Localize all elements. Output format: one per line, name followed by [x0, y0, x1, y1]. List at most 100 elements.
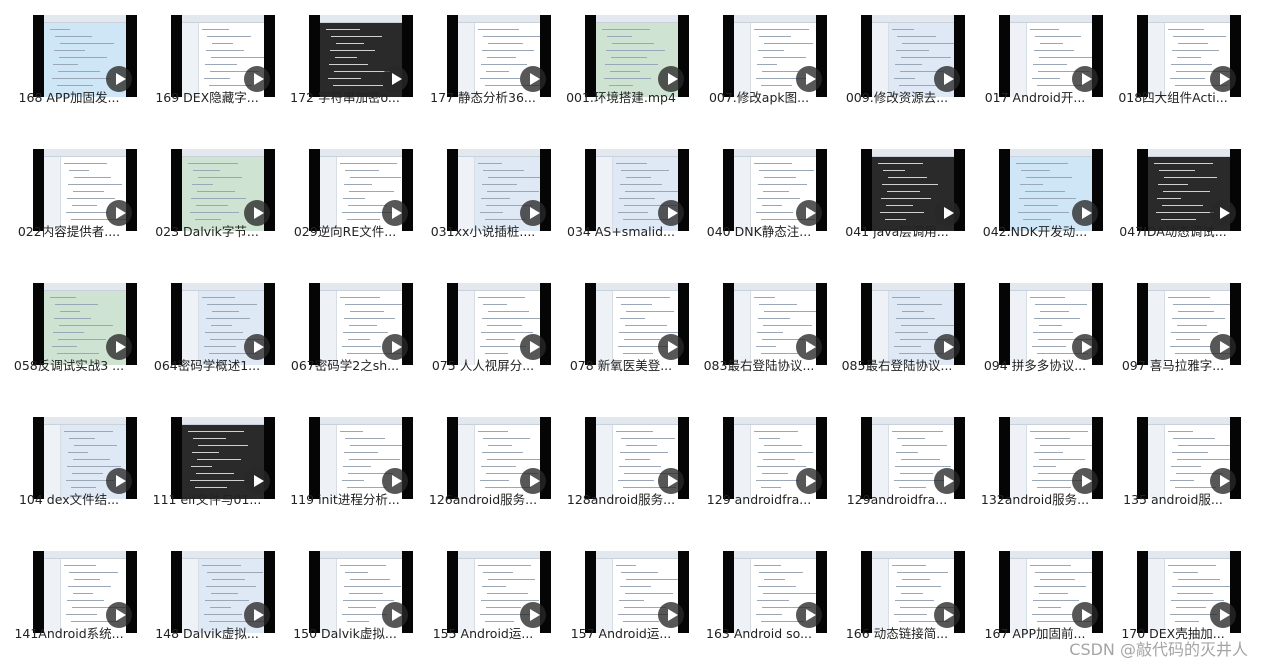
thumbnail-text-line	[1177, 593, 1213, 594]
thumbnail-text-line	[1035, 438, 1070, 439]
play-icon	[520, 200, 546, 226]
thumbnail-titlebar	[872, 15, 954, 23]
video-file-item[interactable]: 007.修改apk图...	[690, 0, 828, 120]
thumbnail-text-line	[481, 466, 516, 467]
play-icon	[796, 602, 822, 628]
thumbnail-text-line	[620, 586, 651, 587]
video-file-item[interactable]: 047IDA动态调试...	[1104, 134, 1242, 254]
video-file-item[interactable]: 126android服务...	[414, 402, 552, 522]
thumbnail-text-line	[193, 438, 226, 439]
video-file-item[interactable]: 018四大组件Acti...	[1104, 0, 1242, 120]
thumbnail-text-line	[1032, 78, 1060, 79]
video-file-item[interactable]: 058反调试实战3 ...	[0, 268, 138, 388]
thumbnail-text-line	[616, 565, 636, 566]
thumbnail-text-line	[1164, 177, 1217, 178]
video-file-item[interactable]: 148 Dalvik虚拟...	[138, 536, 276, 656]
thumbnail-text-line	[620, 318, 645, 319]
video-file-item[interactable]: 017 Android开...	[966, 0, 1104, 120]
video-file-item[interactable]: 094 拼多多协议...	[966, 268, 1104, 388]
thumbnail-titlebar	[596, 283, 678, 291]
video-file-item[interactable]: 067密码学2之sh...	[276, 268, 414, 388]
thumbnail-text-line	[1162, 205, 1203, 206]
video-file-item[interactable]: 129androidfra...	[828, 402, 966, 522]
thumbnail-text-line	[68, 452, 88, 453]
video-file-item[interactable]: 168 APP加固发...	[0, 0, 138, 120]
video-file-item[interactable]: 111 elf文件与01...	[138, 402, 276, 522]
thumbnail-text-line	[756, 212, 793, 213]
thumbnail-text-line	[1171, 466, 1201, 467]
thumbnail-text-line	[73, 593, 93, 594]
play-icon	[244, 334, 270, 360]
thumbnail-text-line	[892, 431, 943, 432]
thumbnail-text-line	[626, 311, 674, 312]
thumbnail-text-line	[195, 487, 227, 488]
video-file-item[interactable]: 078 新氧医美登...	[552, 268, 690, 388]
video-file-item[interactable]: 001.环境搭建.mp4	[552, 0, 690, 120]
thumbnail-text-line	[901, 325, 954, 326]
thumbnail-text-line	[344, 318, 395, 319]
video-file-item[interactable]: 163 Android so...	[690, 536, 828, 656]
thumbnail-text-line	[897, 438, 925, 439]
video-file-item[interactable]: 157 Android运...	[552, 536, 690, 656]
thumbnail-sidebar	[596, 559, 613, 633]
video-file-item[interactable]: 022内容提供者....	[0, 134, 138, 254]
thumbnail-text-line	[207, 572, 263, 573]
video-file-item[interactable]: 132android服务...	[966, 402, 1104, 522]
video-file-item[interactable]: 085最右登陆协议...	[828, 268, 966, 388]
thumbnail-text-line	[53, 332, 84, 333]
thumbnail-text-line	[896, 318, 935, 319]
video-file-item[interactable]: 009.修改资源去...	[828, 0, 966, 120]
thumbnail-text-line	[205, 64, 237, 65]
thumbnail-sidebar	[182, 23, 199, 97]
video-file-item[interactable]: 064密码学概述1...	[138, 268, 276, 388]
video-file-item[interactable]: 042.NDK开发动...	[966, 134, 1104, 254]
video-file-item[interactable]: 023 Dalvik字节...	[138, 134, 276, 254]
video-file-item[interactable]: 083最右登陆协议...	[690, 268, 828, 388]
thumbnail-titlebar	[596, 417, 678, 425]
video-file-item[interactable]: 029逆向RE文件...	[276, 134, 414, 254]
video-file-item[interactable]: 031xx小说插桩....	[414, 134, 552, 254]
video-file-item[interactable]: 166 动态链接简...	[828, 536, 966, 656]
video-file-item[interactable]: 172 字符串加密o...	[276, 0, 414, 120]
video-file-item[interactable]: 141Android系统...	[0, 536, 138, 656]
video-thumbnail	[447, 551, 551, 633]
video-thumbnail	[861, 15, 965, 97]
thumbnail-text-line	[344, 586, 401, 587]
thumbnail-text-line	[612, 43, 654, 44]
thumbnail-text-line	[1035, 572, 1092, 573]
thumbnail-text-line	[480, 480, 509, 481]
thumbnail-text-line	[60, 311, 80, 312]
thumbnail-text-line	[756, 346, 776, 347]
thumbnail-text-line	[1173, 36, 1226, 37]
file-name: 034 AS+smalid...	[567, 224, 675, 239]
video-file-item[interactable]: 097 喜马拉雅字...	[1104, 268, 1242, 388]
thumbnail-text-line	[60, 43, 114, 44]
video-file-item[interactable]: 119 init进程分析...	[276, 402, 414, 522]
thumbnail-text-line	[483, 170, 524, 171]
video-file-item[interactable]: 128android服务...	[552, 402, 690, 522]
video-file-item[interactable]: 155 Android运...	[414, 536, 552, 656]
thumbnail-text-line	[1154, 163, 1213, 164]
video-thumbnail	[447, 149, 551, 231]
video-file-item[interactable]: 040 DNK静态注...	[690, 134, 828, 254]
video-file-item[interactable]: 150 Dalvik虚拟...	[276, 536, 414, 656]
thumbnail-text-line	[57, 85, 93, 86]
video-file-item[interactable]: 169 DEX隐藏字...	[138, 0, 276, 120]
thumbnail-text-line	[59, 325, 113, 326]
thumbnail-text-line	[758, 452, 813, 453]
thumbnail-text-line	[66, 212, 108, 213]
video-file-item[interactable]: 075 人人视屏分...	[414, 268, 552, 388]
video-file-item[interactable]: 104 dex文件结...	[0, 402, 138, 522]
thumbnail-sidebar	[596, 425, 613, 499]
play-icon	[796, 200, 822, 226]
video-file-item[interactable]: 135 android服...	[1104, 402, 1242, 522]
play-icon	[934, 200, 960, 226]
thumbnail-text-line	[334, 71, 390, 72]
play-icon	[244, 200, 270, 226]
video-file-item[interactable]: 129 androidfra...	[690, 402, 828, 522]
thumbnail-text-line	[757, 332, 783, 333]
video-file-item[interactable]: 177 静态分析36...	[414, 0, 552, 120]
thumbnail-text-line	[196, 205, 228, 206]
video-file-item[interactable]: 034 AS+smalid...	[552, 134, 690, 254]
video-file-item[interactable]: 041 java层调用...	[828, 134, 966, 254]
